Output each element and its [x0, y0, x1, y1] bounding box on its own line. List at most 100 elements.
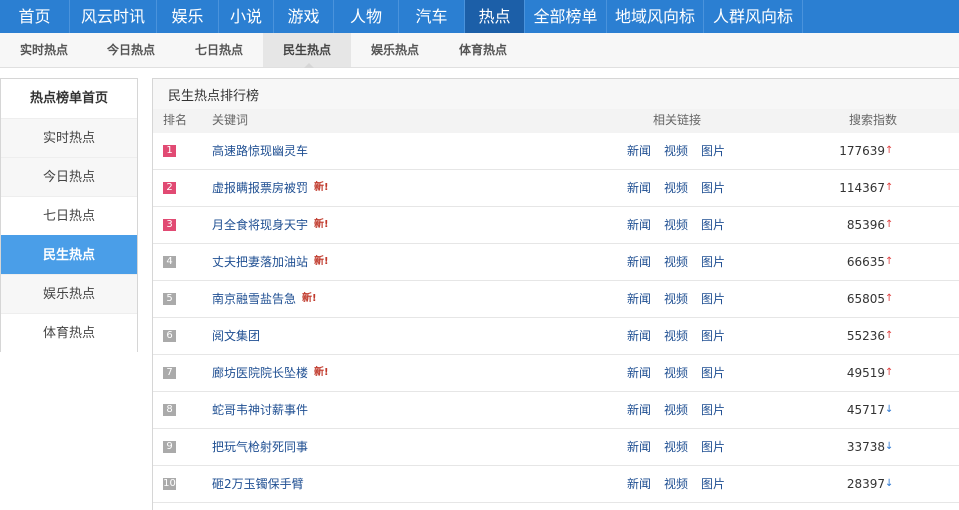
image-link[interactable]: 图片: [701, 281, 725, 318]
rank-badge: 4: [163, 256, 176, 268]
video-link[interactable]: 视频: [664, 281, 688, 318]
keyword-link[interactable]: 虚报瞒报票房被罚 新!: [212, 170, 329, 208]
sidebar-item[interactable]: 实时热点: [1, 118, 137, 157]
topnav-item[interactable]: 游戏: [274, 0, 334, 33]
topnav-item[interactable]: 风云时讯: [70, 0, 157, 33]
keyword-link[interactable]: 南京融雪盐告急 新!: [212, 281, 317, 319]
subnav-tab[interactable]: 娱乐热点: [351, 33, 439, 67]
panel-title: 民生热点排行榜: [153, 79, 959, 109]
news-link[interactable]: 新闻: [627, 207, 651, 244]
rank-badge: 7: [163, 367, 176, 379]
video-link[interactable]: 视频: [664, 133, 688, 170]
sidebar-title[interactable]: 热点榜单首页: [1, 79, 137, 118]
table-row: 8 蛇哥韦神讨薪事件 新闻 视频 图片 45717 ↓: [153, 392, 959, 429]
table-header: 排名 关键词 相关链接 搜索指数: [153, 109, 959, 133]
col-keyword: 关键词: [212, 113, 249, 127]
trend-up-icon: ↑: [885, 145, 894, 156]
image-link[interactable]: 图片: [701, 355, 725, 392]
image-link[interactable]: 图片: [701, 207, 725, 244]
sidebar-item[interactable]: 娱乐热点: [1, 274, 137, 313]
news-link[interactable]: 新闻: [627, 170, 651, 207]
video-link[interactable]: 视频: [664, 466, 688, 503]
table-row: 10 砸2万玉镯保手臂 新闻 视频 图片 28397 ↓: [153, 466, 959, 503]
top-nav: 首页 风云时讯 娱乐 小说 游戏 人物 汽车 热点 全部榜单 地域风向标 人群风向标: [0, 0, 959, 33]
topnav-item[interactable]: 人群风向标: [704, 0, 803, 33]
news-link[interactable]: 新闻: [627, 244, 651, 281]
keyword-link[interactable]: 丈夫把妻落加油站 新!: [212, 244, 329, 282]
rank-badge: 10: [163, 478, 176, 490]
image-link[interactable]: 图片: [701, 244, 725, 281]
news-link[interactable]: 新闻: [627, 392, 651, 429]
video-link[interactable]: 视频: [664, 244, 688, 281]
sidebar-item[interactable]: 民生热点: [1, 235, 137, 274]
video-link[interactable]: 视频: [664, 207, 688, 244]
topnav-item[interactable]: 首页: [0, 0, 70, 33]
video-link[interactable]: 视频: [664, 392, 688, 429]
trend-up-icon: ↑: [885, 367, 894, 378]
video-link[interactable]: 视频: [664, 355, 688, 392]
news-link[interactable]: 新闻: [627, 133, 651, 170]
subnav-tab[interactable]: 民生热点: [263, 33, 351, 67]
table-row: 2 虚报瞒报票房被罚 新! 新闻 视频 图片 114367 ↑: [153, 170, 959, 207]
trend-down-icon: ↓: [885, 478, 894, 489]
video-link[interactable]: 视频: [664, 170, 688, 207]
topnav-item[interactable]: 小说: [219, 0, 274, 33]
sidebar-item[interactable]: 体育热点: [1, 313, 137, 352]
rank-badge: 1: [163, 145, 176, 157]
topnav-item[interactable]: 娱乐: [157, 0, 219, 33]
subnav-tab[interactable]: 实时热点: [0, 33, 88, 67]
image-link[interactable]: 图片: [701, 429, 725, 466]
col-rank: 排名: [163, 113, 188, 127]
news-link[interactable]: 新闻: [627, 318, 651, 355]
ranking-panel: 民生热点排行榜 排名 关键词 相关链接 搜索指数 1 高速路惊现幽灵车 新闻 视频 图片…: [152, 78, 959, 510]
table-row: 3 月全食将现身天宇 新! 新闻 视频 图片 85396 ↑: [153, 207, 959, 244]
topnav-item[interactable]: 全部榜单: [525, 0, 607, 33]
image-link[interactable]: 图片: [701, 392, 725, 429]
keyword-link[interactable]: 月全食将现身天宇 新!: [212, 207, 329, 245]
keyword-link[interactable]: 高速路惊现幽灵车: [212, 133, 308, 170]
video-link[interactable]: 视频: [664, 429, 688, 466]
search-index-value: 33738: [846, 440, 885, 454]
topnav-item[interactable]: 汽车: [399, 0, 465, 33]
sidebar-item[interactable]: 今日热点: [1, 157, 137, 196]
active-tab-caret: [304, 63, 314, 68]
sidebar-item[interactable]: 七日热点: [1, 196, 137, 235]
topnav-item[interactable]: 热点: [465, 0, 525, 33]
image-link[interactable]: 图片: [701, 318, 725, 355]
topnav-item[interactable]: 地域风向标: [607, 0, 704, 33]
topnav-item[interactable]: 人物: [334, 0, 399, 33]
trend-down-icon: ↓: [885, 404, 894, 415]
table-row: 7 廊坊医院院长坠楼 新! 新闻 视频 图片 49519 ↑: [153, 355, 959, 392]
image-link[interactable]: 图片: [701, 466, 725, 503]
trend-up-icon: ↑: [885, 182, 894, 193]
rank-badge: 8: [163, 404, 176, 416]
keyword-link[interactable]: 廊坊医院院长坠楼 新!: [212, 355, 329, 393]
trend-up-icon: ↑: [885, 256, 894, 267]
search-index-value: 49519: [846, 366, 885, 380]
keyword-link[interactable]: 把玩气枪射死同事: [212, 429, 308, 466]
keyword-link[interactable]: 蛇哥韦神讨薪事件: [212, 392, 308, 429]
image-link[interactable]: 图片: [701, 133, 725, 170]
rank-badge: 3: [163, 219, 176, 231]
news-link[interactable]: 新闻: [627, 466, 651, 503]
trend-down-icon: ↓: [885, 441, 894, 452]
search-index-value: 114367: [839, 181, 885, 195]
new-badge: 新!: [314, 256, 329, 267]
keyword-link[interactable]: 砸2万玉镯保手臂: [212, 466, 304, 503]
table-row: 4 丈夫把妻落加油站 新! 新闻 视频 图片 66635 ↑: [153, 244, 959, 281]
news-link[interactable]: 新闻: [627, 355, 651, 392]
sidebar: 热点榜单首页 实时热点 今日热点 七日热点 民生热点 娱乐热点 体育热点: [0, 78, 138, 352]
sub-nav: 实时热点 今日热点 七日热点 民生热点 娱乐热点 体育热点: [0, 33, 959, 68]
news-link[interactable]: 新闻: [627, 429, 651, 466]
rank-badge: 9: [163, 441, 176, 453]
image-link[interactable]: 图片: [701, 170, 725, 207]
keyword-link[interactable]: 阅文集团: [212, 318, 260, 355]
subnav-tab[interactable]: 七日热点: [175, 33, 263, 67]
rank-badge: 5: [163, 293, 176, 305]
video-link[interactable]: 视频: [664, 318, 688, 355]
subnav-tab[interactable]: 今日热点: [87, 33, 175, 67]
rank-badge: 2: [163, 182, 176, 194]
subnav-tab[interactable]: 体育热点: [439, 33, 527, 67]
table-row: 5 南京融雪盐告急 新! 新闻 视频 图片 65805 ↑: [153, 281, 959, 318]
news-link[interactable]: 新闻: [627, 281, 651, 318]
